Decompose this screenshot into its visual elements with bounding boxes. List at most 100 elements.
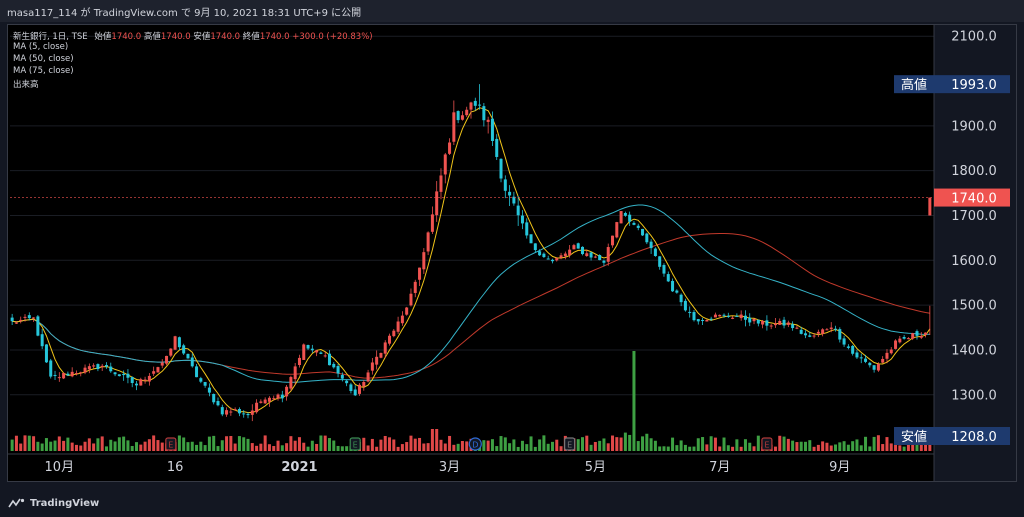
candle-body (679, 294, 683, 303)
legend-ma5[interactable]: MA (5, close) (13, 42, 373, 54)
volume-bar (516, 446, 520, 451)
volume-bar (104, 446, 108, 451)
volume-bar (435, 429, 439, 451)
volume-bar (220, 440, 224, 451)
candle (109, 362, 113, 373)
candle (842, 335, 846, 347)
legend-symbol-row: 新生銀行, 1日, TSE 始値1740.0 高値1740.0 安値1740.0… (13, 30, 373, 42)
candle (418, 267, 422, 287)
candle-body (353, 389, 357, 396)
volume-bar (611, 435, 615, 451)
candle-body (32, 317, 36, 319)
candle (280, 390, 284, 403)
candle-body (473, 100, 477, 106)
candle-body (778, 320, 782, 325)
price-chart[interactable]: E E D E E 1300.0 1400.0 1500.0 1600.0 1700.0 1800… (8, 25, 1016, 481)
candle (628, 211, 632, 226)
volume-bar (645, 433, 649, 451)
candle (512, 191, 516, 206)
volume-bar (147, 439, 151, 451)
candle (778, 318, 782, 326)
volume-bar (868, 446, 872, 451)
volume-bar (44, 438, 48, 451)
footer-brand[interactable]: TradingView (30, 498, 99, 509)
volume-bar (671, 437, 675, 451)
candle-body (104, 365, 108, 367)
candle-body (439, 175, 443, 192)
volume-bar (589, 444, 593, 451)
price-tick-label: 1900.0 (951, 119, 997, 134)
volume-bar (726, 445, 730, 451)
candle (246, 412, 250, 419)
volume-bar (482, 440, 486, 451)
candle (430, 206, 434, 235)
candle (851, 344, 855, 356)
candle (735, 313, 739, 318)
candle (139, 377, 143, 386)
candle (465, 106, 469, 117)
volume-bar (692, 446, 696, 451)
legend-change: +300.0 (+20.83%) (292, 32, 373, 42)
volume-bar (546, 443, 550, 451)
candle-body (160, 362, 164, 366)
candle (499, 158, 503, 183)
candle-body (915, 331, 919, 336)
ma50-line (12, 204, 930, 383)
volume-bar (40, 443, 44, 451)
candle-body (876, 364, 880, 371)
legend-ma50[interactable]: MA (50, close) (13, 54, 373, 66)
volume-bar (388, 437, 392, 451)
volume-bar (580, 437, 584, 451)
candle (915, 329, 919, 340)
candle-body (859, 357, 863, 359)
low-tag-label: 安値 (901, 429, 927, 445)
price-tick-label: 1500.0 (951, 299, 997, 314)
volume-bar (756, 435, 760, 451)
volume-bar (825, 442, 829, 451)
candle (516, 195, 520, 226)
candle-body (49, 360, 53, 377)
candle-body (520, 215, 524, 224)
candle (803, 330, 807, 339)
candle-body (207, 387, 211, 393)
candle (310, 344, 314, 353)
candle (542, 252, 546, 258)
volume-bar (280, 445, 284, 451)
volume-bar (615, 437, 619, 451)
volume-bar (216, 446, 220, 451)
candle-body (649, 241, 653, 249)
candle-body (62, 373, 66, 379)
volume-bar (203, 445, 207, 451)
candle-body (846, 346, 850, 348)
candle (53, 370, 57, 380)
candle (117, 374, 121, 377)
time-axis: 10月 16 2021 3月 5月 7月 9月 (8, 453, 934, 475)
candle-body (456, 111, 460, 121)
candle (713, 312, 717, 318)
candle-body (293, 366, 297, 380)
candle-body (585, 253, 589, 257)
candle (375, 350, 379, 370)
candle (327, 350, 331, 366)
candle-body (898, 338, 902, 343)
volume-bar (799, 441, 803, 451)
candle (761, 319, 765, 329)
volume-bar (70, 442, 74, 451)
candle (92, 363, 96, 369)
legend-volume[interactable]: 出来高 (13, 78, 373, 90)
candle-body (799, 329, 803, 334)
volume-bar (66, 437, 70, 451)
candle-body (418, 267, 422, 280)
candle-body (362, 381, 366, 387)
event-marker-letter: E (353, 441, 358, 450)
candle (182, 343, 186, 356)
chart-panel[interactable]: E E D E E 1300.0 1400.0 1500.0 1600.0 1700.0 1800… (7, 24, 1017, 482)
volume-bar (418, 437, 422, 451)
tradingview-logo-icon (8, 498, 25, 508)
candle-body (855, 352, 859, 358)
candle (769, 323, 773, 330)
volume-bar (679, 440, 683, 451)
candle-body (615, 222, 619, 238)
legend-ma75[interactable]: MA (75, close) (13, 66, 373, 78)
candle (190, 353, 194, 368)
